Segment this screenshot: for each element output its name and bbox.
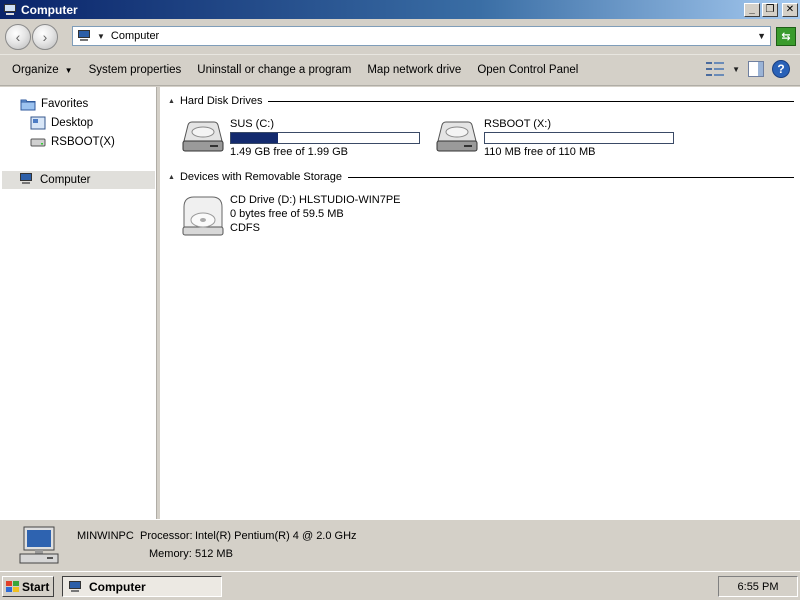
command-bar: Organize ▼ System properties Uninstall or… xyxy=(0,55,800,86)
drive-d-name: CD Drive (D:) HLSTUDIO-WIN7PE xyxy=(230,194,401,206)
forward-arrow-icon: › xyxy=(42,29,48,45)
breadcrumb-caret-icon[interactable]: ▼ xyxy=(97,32,105,41)
computer-icon xyxy=(3,3,17,16)
navigation-pane: Favorites Desktop RSBOOT(X) Computer xyxy=(0,87,157,519)
folder-icon xyxy=(20,97,36,111)
clock-time: 6:55 PM xyxy=(737,580,779,593)
nav-computer-label: Computer xyxy=(40,174,91,186)
address-dropdown-icon[interactable]: ▼ xyxy=(757,31,766,41)
computer-icon xyxy=(77,30,91,42)
memory-label: Memory: xyxy=(149,548,192,560)
organize-label: Organize xyxy=(12,64,59,76)
taskbar-button-computer[interactable]: Computer xyxy=(62,576,222,597)
open-control-panel-button[interactable]: Open Control Panel xyxy=(469,64,586,76)
drive-x-free-space: 110 MB free of 110 MB xyxy=(484,146,596,158)
hard-drive-icon xyxy=(180,117,226,155)
change-view-icon[interactable] xyxy=(706,61,725,77)
computer-name: MINWINPC xyxy=(77,530,134,542)
start-button[interactable]: Start xyxy=(2,576,54,597)
nav-desktop[interactable]: Desktop xyxy=(30,116,93,130)
refresh-icon: ⇆ xyxy=(781,31,791,43)
group-divider xyxy=(347,176,794,178)
processor-value: Intel(R) Pentium(R) 4 @ 2.0 GHz xyxy=(195,530,357,542)
group-hard-disk-drives-label: Hard Disk Drives xyxy=(179,95,263,107)
drive-c[interactable]: SUS (C:) 1.49 GB free of 1.99 GB xyxy=(180,117,420,159)
computer-icon xyxy=(19,173,35,187)
drive-c-usage-fill xyxy=(231,133,278,143)
drive-d-filesystem: CDFS xyxy=(230,222,260,234)
title-bar: Computer _ ❐ ✕ xyxy=(0,0,800,19)
nav-rsboot[interactable]: RSBOOT(X) xyxy=(30,135,115,149)
uninstall-program-button[interactable]: Uninstall or change a program xyxy=(189,64,359,76)
drive-x[interactable]: RSBOOT (X:) 110 MB free of 110 MB xyxy=(434,117,674,159)
restore-button[interactable]: ❐ xyxy=(762,2,778,17)
drive-c-free-space: 1.49 GB free of 1.99 GB xyxy=(230,146,349,158)
memory-value: 512 MB xyxy=(195,548,233,560)
details-pane: MINWINPC Processor: Intel(R) Pentium(R) … xyxy=(0,519,800,571)
nav-favorites-label: Favorites xyxy=(41,98,89,110)
drive-x-usage-bar xyxy=(484,132,674,144)
drive-c-name: SUS (C:) xyxy=(230,118,274,130)
preview-pane-icon[interactable] xyxy=(748,61,764,77)
map-network-drive-button[interactable]: Map network drive xyxy=(359,64,469,76)
system-tray-clock[interactable]: 6:55 PM xyxy=(718,576,798,597)
system-properties-button[interactable]: System properties xyxy=(81,64,190,76)
group-hard-disk-drives[interactable]: ▲ Hard Disk Drives xyxy=(168,94,794,108)
address-bar[interactable]: ▼ Computer ▼ xyxy=(72,26,771,46)
drive-d[interactable]: CD Drive (D:) HLSTUDIO-WIN7PE 0 bytes fr… xyxy=(180,193,401,236)
refresh-button[interactable]: ⇆ xyxy=(776,27,796,46)
windows-logo-icon xyxy=(6,580,19,593)
back-button[interactable]: ‹ xyxy=(5,24,31,50)
drive-c-usage-bar xyxy=(230,132,420,144)
chevron-down-icon: ▼ xyxy=(64,66,73,75)
computer-icon xyxy=(18,526,62,566)
content-pane: ▲ Hard Disk Drives SUS (C:) 1.49 GB free… xyxy=(160,87,800,519)
view-options-caret-icon[interactable]: ▼ xyxy=(732,65,740,74)
taskbar-button-label: Computer xyxy=(89,579,146,594)
close-button[interactable]: ✕ xyxy=(782,2,798,17)
computer-icon xyxy=(68,580,83,593)
address-location[interactable]: Computer xyxy=(111,30,159,42)
nav-favorites[interactable]: Favorites xyxy=(20,97,88,111)
help-icon[interactable]: ? xyxy=(772,60,790,78)
group-removable-storage-label: Devices with Removable Storage xyxy=(179,171,342,183)
group-removable-storage[interactable]: ▲ Devices with Removable Storage xyxy=(168,170,794,184)
nav-rsboot-label: RSBOOT(X) xyxy=(51,136,115,148)
group-divider xyxy=(268,100,794,102)
forward-button[interactable]: › xyxy=(32,24,58,50)
nav-desktop-label: Desktop xyxy=(51,117,94,129)
address-row: ‹ › ▼ Computer ▼ ⇆ xyxy=(0,19,800,55)
organize-menu[interactable]: Organize ▼ xyxy=(0,64,81,76)
start-label: Start xyxy=(22,579,50,594)
minimize-button[interactable]: _ xyxy=(744,2,760,17)
collapse-caret-icon: ▲ xyxy=(168,173,175,181)
taskbar: Start Computer 6:55 PM xyxy=(0,571,800,600)
nav-computer[interactable]: Computer xyxy=(2,171,155,189)
hard-drive-icon xyxy=(434,117,480,155)
drive-x-name: RSBOOT (X:) xyxy=(484,118,552,130)
processor-label: Processor: xyxy=(140,530,193,542)
drive-d-free-space: 0 bytes free of 59.5 MB xyxy=(230,208,344,220)
window-title: Computer xyxy=(21,2,78,17)
desktop-icon xyxy=(30,116,46,130)
back-arrow-icon: ‹ xyxy=(15,29,21,45)
collapse-caret-icon: ▲ xyxy=(168,97,175,105)
cd-drive-icon xyxy=(180,193,226,236)
drive-icon xyxy=(30,135,46,149)
